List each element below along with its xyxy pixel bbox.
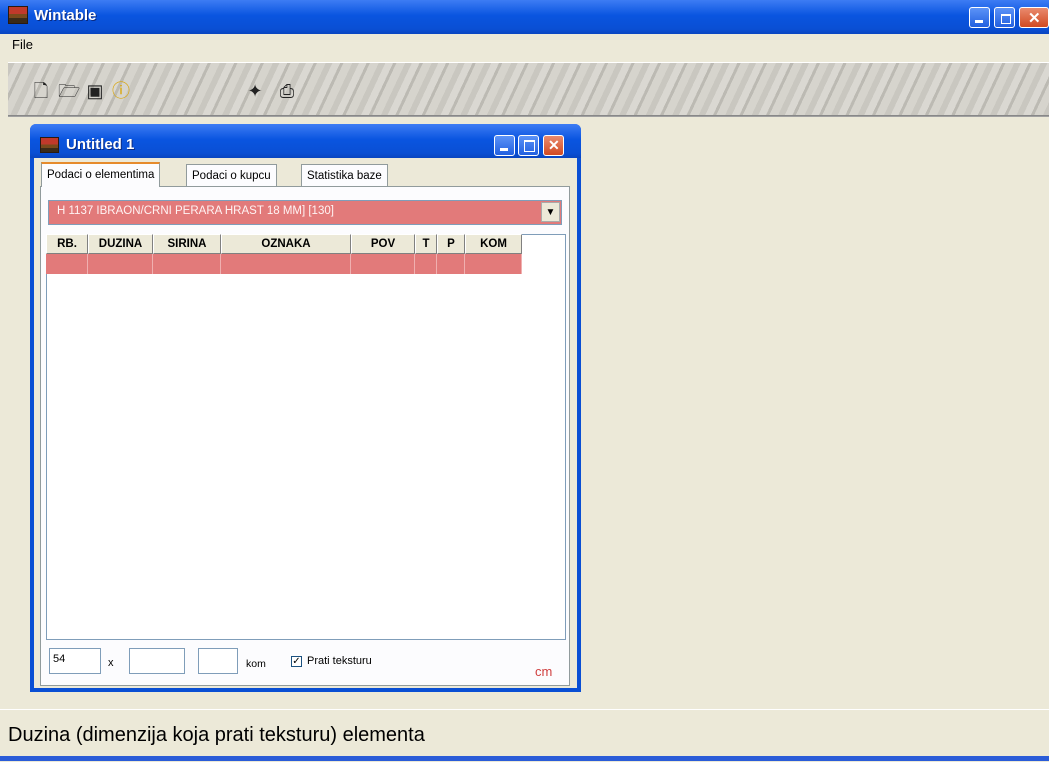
minimize-button[interactable] [969, 7, 990, 28]
child-minimize-button[interactable] [494, 135, 515, 156]
printer-icon[interactable]: ⎙ [276, 80, 298, 102]
checkmark-icon: ✓ [292, 656, 301, 667]
minimize-icon [500, 148, 508, 151]
grid-header-duzina[interactable]: DUZINA [88, 234, 153, 254]
status-text: Duzina (dimenzija koja prati teksturu) e… [8, 724, 425, 746]
app-title: Wintable [34, 7, 97, 24]
maximize-icon [524, 140, 535, 152]
info-icon[interactable]: ⓘ [110, 80, 132, 102]
save-disk-icon[interactable]: ▣ [84, 80, 106, 102]
table-cell[interactable] [437, 254, 465, 274]
menu-file[interactable]: File [12, 37, 33, 52]
grid-header-pov[interactable]: POV [351, 234, 415, 254]
menubar [0, 34, 1049, 56]
toolbar [8, 62, 1049, 116]
child-title: Untitled 1 [66, 136, 135, 153]
table-cell[interactable] [221, 254, 351, 274]
table-cell[interactable] [88, 254, 153, 274]
table-cell[interactable] [46, 254, 88, 274]
grid-header-p[interactable]: P [437, 234, 465, 254]
close-button[interactable]: ✕ [1019, 7, 1049, 28]
main-titlebar[interactable] [0, 0, 1049, 34]
restore-icon [1001, 14, 1011, 24]
times-label: x [108, 657, 114, 669]
unit-label: cm [535, 664, 553, 679]
count-input[interactable] [198, 648, 238, 674]
close-icon: ✕ [548, 137, 560, 153]
minimize-icon [975, 20, 983, 23]
dropdown-arrow-icon[interactable]: ▼ [541, 202, 560, 222]
open-folder-icon[interactable]: 🗁 [58, 80, 80, 102]
grid-header-rb[interactable]: RB. [46, 234, 88, 254]
plus-icon[interactable]: ✦ [244, 80, 266, 102]
child-maximize-button[interactable] [518, 135, 539, 156]
child-close-button[interactable]: ✕ [543, 135, 564, 156]
document-icon [40, 137, 59, 153]
table-cell[interactable] [415, 254, 437, 274]
taskbar-edge [0, 756, 1049, 761]
table-cell[interactable] [351, 254, 415, 274]
grid-header-t[interactable]: T [415, 234, 437, 254]
kom-label: kom [246, 658, 266, 670]
grid-header-oznaka[interactable]: OZNAKA [221, 234, 351, 254]
close-icon: ✕ [1028, 10, 1041, 27]
table-cell[interactable] [465, 254, 522, 274]
grid-header-kom[interactable]: KOM [465, 234, 522, 254]
tab-statistika-baze[interactable]: Statistika baze [301, 164, 388, 186]
length-input-value: 54 [53, 653, 66, 665]
width-input[interactable] [129, 648, 185, 674]
tab-podaci-o-kupcu[interactable]: Podaci o kupcu [186, 164, 277, 186]
new-file-icon[interactable]: 🗋 [30, 80, 52, 102]
app-icon [8, 6, 28, 24]
table-cell[interactable] [153, 254, 221, 274]
tab-podaci-o-elementima[interactable]: Podaci o elementima [41, 162, 161, 187]
grid-header-sirina[interactable]: SIRINA [153, 234, 221, 254]
material-select-value: H 1137 IBRAON/CRNI PERARA HRAST 18 MM] [… [57, 205, 334, 217]
elements-grid[interactable] [46, 234, 566, 640]
prati-teksturu-checkbox[interactable]: ✓ [291, 656, 302, 667]
prati-teksturu-label[interactable]: Prati teksturu [307, 655, 372, 667]
restore-button[interactable] [994, 7, 1015, 28]
